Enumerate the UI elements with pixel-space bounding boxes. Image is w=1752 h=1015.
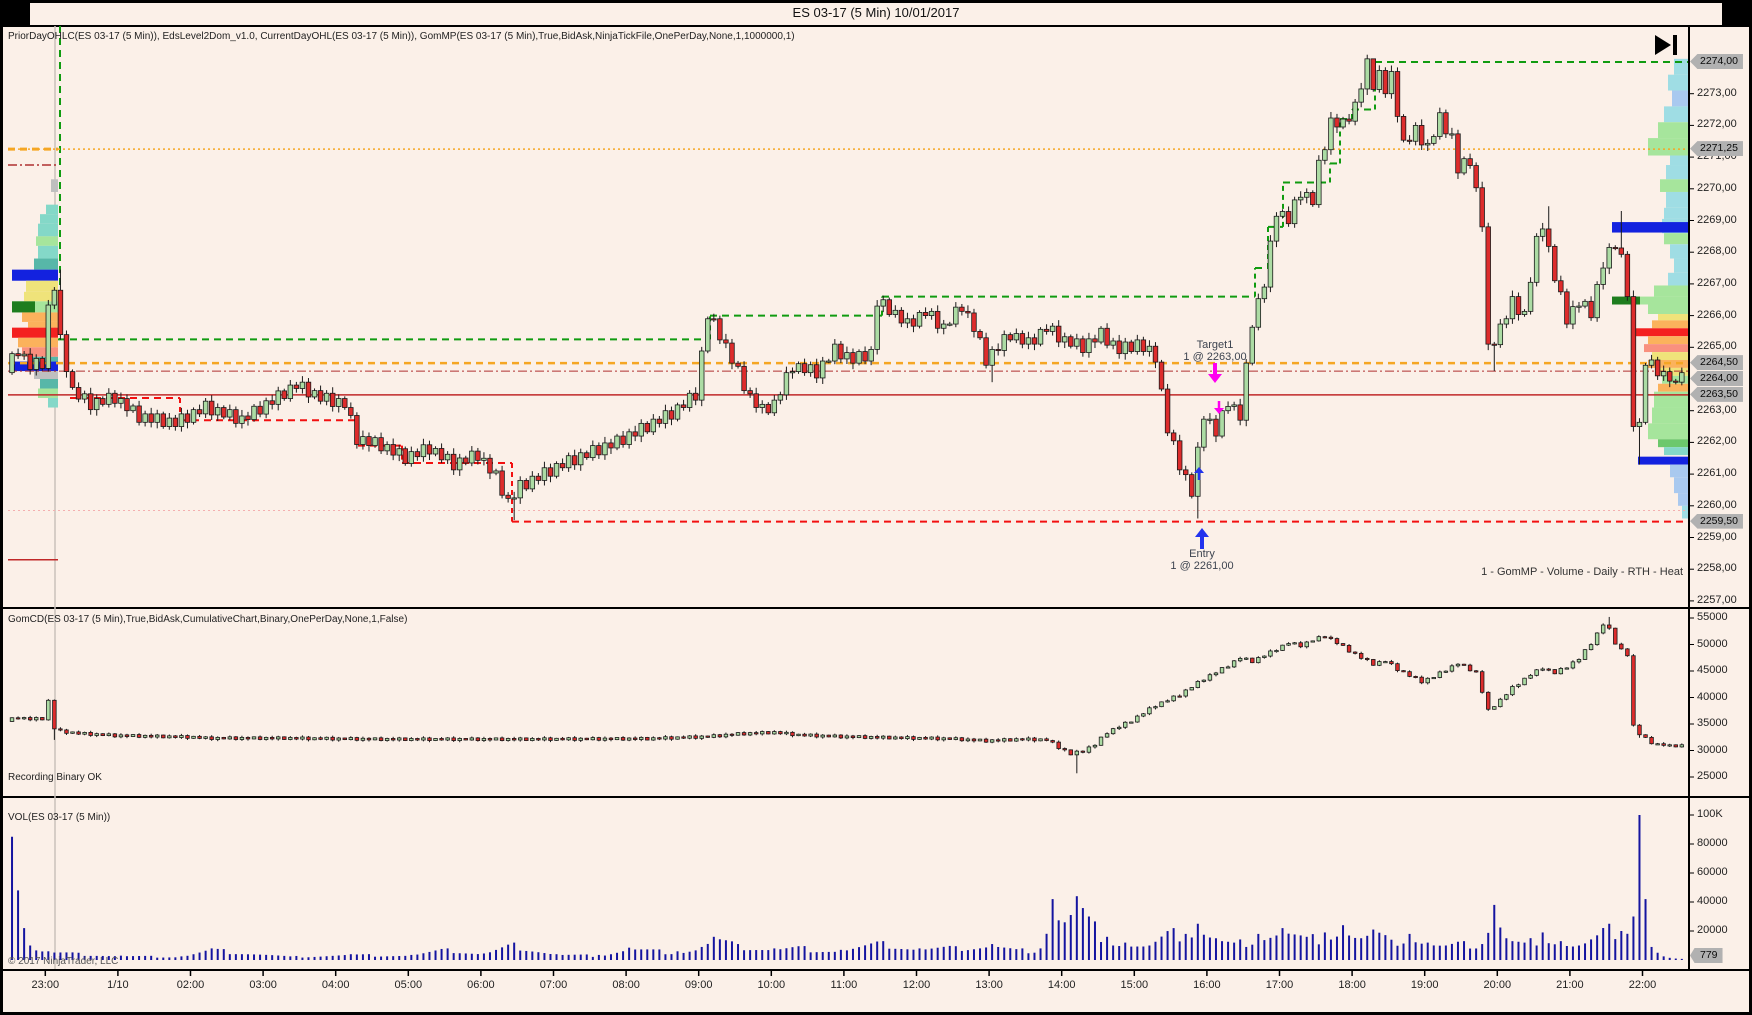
time-axis-label: 02:00: [176, 979, 205, 991]
cd-axis-tick-label: 30000: [1697, 743, 1728, 756]
gommp-legend: 1 - GomMP - Volume - Daily - RTH - Heat: [1481, 566, 1683, 578]
ninjatrader-chart-window: ES 03-17 (5 Min) 10/01/2017 PriorDayOHLC…: [0, 0, 1752, 1015]
time-axis-label: 05:00: [394, 979, 423, 991]
price-axis-tick-label: 2258,00: [1697, 562, 1737, 575]
cd-panel-indicator-label: GomCD(ES 03-17 (5 Min),True,BidAsk,Cumul…: [8, 614, 408, 625]
cd-axis-tick-label: 45000: [1697, 664, 1728, 676]
time-axis-label: 20:00: [1483, 979, 1512, 991]
volume-panel-indicator-label: VOL(ES 03-17 (5 Min)): [8, 812, 111, 823]
chart-plot-area[interactable]: [0, 0, 1752, 1015]
price-axis-tick-label: 2273,00: [1697, 86, 1737, 99]
price-axis-tick-label: 2263,00: [1697, 403, 1737, 416]
price-axis-tick-label: 2266,00: [1697, 308, 1737, 321]
target1-label: Target1: [1196, 339, 1234, 351]
price-level-tag: 2264,00: [1690, 371, 1743, 386]
time-axis-label: 19:00: [1410, 979, 1439, 991]
price-axis-tick-label: 2269,00: [1697, 213, 1737, 226]
price-level-tag: 2263,50: [1690, 386, 1743, 402]
cd-axis-tick-label: 50000: [1697, 637, 1728, 650]
volume-axis-tick-label: 100K: [1697, 808, 1723, 820]
time-axis-label: 17:00: [1265, 979, 1294, 991]
price-axis-tick-label: 2261,00: [1697, 467, 1737, 480]
go-to-last-bar-icon[interactable]: [1654, 34, 1682, 56]
time-axis-label: 08:00: [612, 979, 640, 991]
price-axis-tick-label: 2270,00: [1697, 181, 1737, 194]
price-axis-tick-label: 2259,00: [1697, 530, 1737, 543]
entry-price: 1 @ 2261,00: [1170, 560, 1234, 572]
price-level-tag: 2271,25: [1690, 141, 1743, 157]
entry-annotation: Entry 1 @ 2261,00: [1132, 548, 1272, 572]
cd-axis-tick-label: 25000: [1697, 770, 1728, 782]
price-axis-tick-label: 2272,00: [1697, 118, 1737, 131]
price-axis-tick-label: 2257,00: [1697, 593, 1737, 606]
time-axis-label: 04:00: [321, 979, 350, 991]
price-axis-tick-label: 2268,00: [1697, 245, 1737, 258]
last-volume-tag: 779: [1690, 948, 1723, 963]
time-axis-label: 09:00: [684, 979, 713, 991]
target1-price: 1 @ 2263,00: [1183, 351, 1247, 363]
price-axis-tick-label: 2267,00: [1697, 276, 1737, 289]
time-axis-label: 10:00: [757, 979, 786, 991]
price-axis-tick-label: 2260,00: [1697, 498, 1737, 511]
time-axis-label: 14:00: [1047, 979, 1076, 991]
time-axis-label: 07:00: [539, 979, 568, 991]
price-axis-tick-label: 2262,00: [1697, 435, 1737, 448]
volume-axis-tick-label: 80000: [1697, 837, 1728, 849]
cd-axis-tick-label: 40000: [1697, 690, 1728, 703]
time-axis-label: 18:00: [1338, 979, 1366, 991]
time-axis-label: 1/10: [107, 979, 129, 991]
cd-axis-tick-label: 35000: [1697, 717, 1728, 729]
time-axis-label: 11:00: [830, 979, 858, 991]
price-level-tag: 2259,50: [1690, 513, 1743, 529]
target1-annotation: Target1 1 @ 2263,00: [1145, 339, 1285, 363]
volume-axis-tick-label: 60000: [1697, 866, 1728, 878]
time-axis-label: 03:00: [249, 979, 277, 991]
recording-status: Recording Binary OK: [8, 772, 102, 783]
price-panel-indicator-label: PriorDayOHLC(ES 03-17 (5 Min)), EdsLevel…: [8, 31, 795, 42]
entry-label: Entry: [1189, 548, 1215, 560]
price-level-tag: 2274,00: [1690, 54, 1743, 69]
time-axis-label: 21:00: [1556, 979, 1584, 991]
price-axis-tick-label: 2265,00: [1697, 340, 1737, 353]
time-axis-label: 16:00: [1193, 979, 1221, 991]
time-axis-label: 23:00: [31, 979, 60, 991]
price-level-tag: 2264,50: [1690, 355, 1743, 371]
time-axis-label: 22:00: [1628, 979, 1657, 991]
time-axis-label: 15:00: [1120, 979, 1149, 991]
volume-axis-tick-label: 20000: [1697, 924, 1728, 936]
time-axis-label: 13:00: [975, 979, 1003, 991]
copyright-label: © 2017 NinjaTrader, LLC: [8, 956, 119, 967]
volume-axis-tick-label: 40000: [1697, 895, 1728, 907]
cd-axis-tick-label: 55000: [1697, 611, 1728, 623]
time-axis-label: 12:00: [902, 979, 931, 991]
time-axis-label: 06:00: [467, 979, 495, 991]
